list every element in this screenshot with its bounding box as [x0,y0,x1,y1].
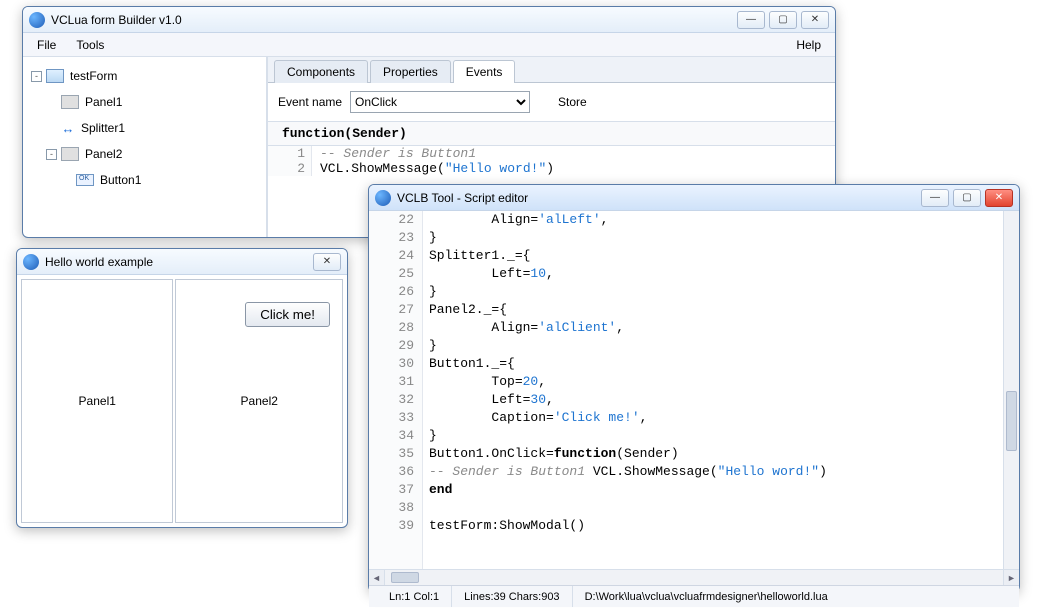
close-button[interactable]: ✕ [985,189,1013,207]
menubar: File Tools Help [23,33,835,57]
preview-title: Hello world example [45,255,313,269]
status-filepath: D:\Work\lua\vclua\vcluafrmdesigner\hello… [573,586,1011,607]
close-button[interactable]: ✕ [801,11,829,29]
tree-toggle-icon[interactable]: - [31,71,42,82]
event-toolbar: Event name OnClick Store [268,83,835,122]
tree-node-label: Splitter1 [81,121,125,135]
status-position: Ln:1 Col:1 [377,586,452,607]
maximize-button[interactable]: ▢ [953,189,981,207]
panel-icon [61,95,79,109]
panel1: Panel1 [21,279,173,523]
main-titlebar[interactable]: VCLua form Builder v1.0 — ▢ ✕ [23,7,835,33]
event-name-label: Event name [278,95,342,109]
tree-toggle-icon[interactable]: - [46,149,57,160]
maximize-button[interactable]: ▢ [769,11,797,29]
statusbar: Ln:1 Col:1 Lines:39 Chars:903 D:\Work\lu… [369,585,1019,607]
preview-window: Hello world example ✕ Panel1 Panel2 Clic… [16,248,348,528]
tree-node-panel2[interactable]: - Panel2 [27,141,262,167]
menu-file[interactable]: File [27,35,66,55]
main-title: VCLua form Builder v1.0 [51,13,737,27]
minimize-button[interactable]: — [921,189,949,207]
app-icon [29,12,45,28]
tab-properties[interactable]: Properties [370,60,451,83]
script-title: VCLB Tool - Script editor [397,191,921,205]
tabbar: Components Properties Events [268,57,835,83]
status-counts: Lines:39 Chars:903 [452,586,572,607]
event-code-editor[interactable]: 12 -- Sender is Button1VCL.ShowMessage("… [268,146,835,176]
script-editor-window: VCLB Tool - Script editor — ▢ ✕ 22232425… [368,184,1020,592]
scroll-left-icon[interactable]: ◄ [369,570,385,585]
function-signature: function(Sender) [268,122,835,146]
close-button[interactable]: ✕ [313,253,341,271]
tree-node-label: Panel1 [85,95,122,109]
panel2-label: Panel2 [241,394,278,408]
preview-titlebar[interactable]: Hello world example ✕ [17,249,347,275]
script-titlebar[interactable]: VCLB Tool - Script editor — ▢ ✕ [369,185,1019,211]
menu-tools[interactable]: Tools [66,35,114,55]
vertical-scrollbar[interactable] [1003,211,1019,569]
menu-help[interactable]: Help [786,35,831,55]
tab-components[interactable]: Components [274,60,368,83]
horizontal-scrollbar[interactable]: ◄ ► [369,569,1019,585]
tree-node-button1[interactable]: Button1 [27,167,262,193]
tab-events[interactable]: Events [453,60,516,83]
click-me-button[interactable]: Click me! [245,302,330,327]
app-icon [23,254,39,270]
component-tree[interactable]: - testForm Panel1 ↔ Splitter1 - Panel2 Button1 [23,57,267,237]
tree-node-testform[interactable]: - testForm [27,63,262,89]
splitter-icon: ↔ [61,121,75,135]
form-icon [46,69,64,83]
event-name-select[interactable]: OnClick [350,91,530,113]
app-icon [375,190,391,206]
button-icon [76,174,94,186]
tree-node-splitter1[interactable]: ↔ Splitter1 [27,115,262,141]
store-button[interactable]: Store [558,95,587,109]
scrollbar-thumb[interactable] [1006,391,1017,451]
script-code-editor[interactable]: 222324252627282930313233343536373839 Ali… [369,211,1019,569]
tree-node-panel1[interactable]: Panel1 [27,89,262,115]
panel-icon [61,147,79,161]
minimize-button[interactable]: — [737,11,765,29]
panel1-label: Panel1 [79,394,116,408]
scrollbar-thumb[interactable] [391,572,419,583]
tree-node-label: testForm [70,69,117,83]
panel2: Panel2 Click me! [175,279,343,523]
tree-node-label: Button1 [100,173,141,187]
scroll-right-icon[interactable]: ► [1003,570,1019,585]
tree-node-label: Panel2 [85,147,122,161]
